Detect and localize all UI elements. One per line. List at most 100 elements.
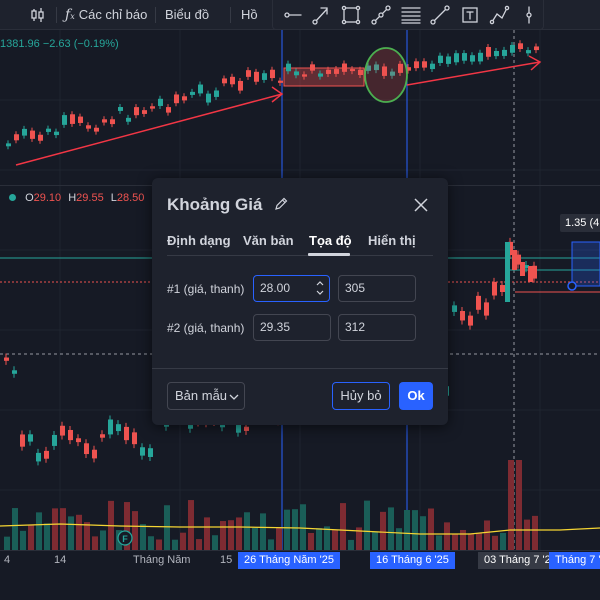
compare-icon[interactable] [30,0,46,30]
legend-dot-icon [9,194,16,201]
point2-label: #2 (giá, thanh) [167,321,245,335]
point1-price-input[interactable]: 28.00 [253,275,330,302]
point1-bar-input[interactable]: 305 [338,275,416,302]
volume-bar [452,534,458,550]
candle-body [318,73,323,77]
volume-bar [388,507,394,550]
candle-body [270,69,275,79]
template-dropdown[interactable]: Bản mẫu [167,382,245,410]
volume-bar [380,511,386,550]
top-candles [6,40,539,150]
volume-bar [476,533,482,550]
volume-bar [420,516,426,550]
volume-bar [292,509,298,550]
toolbar-separator [230,7,231,23]
candle-body [454,53,459,63]
volume-bars [4,460,538,550]
volume-bar [84,522,90,550]
candle-body [214,90,219,97]
candle-body [22,128,27,136]
fib-retracement-icon[interactable] [401,7,421,24]
point2-price-input[interactable]: 29.35 [253,314,331,341]
open-key: O [25,192,34,204]
candle-body [46,128,51,132]
volume-bar [164,505,170,550]
pencil-icon[interactable] [273,196,289,212]
volume-bar [92,536,98,550]
close-icon[interactable] [412,196,430,214]
path-icon[interactable] [489,5,510,25]
candle-body [310,64,315,71]
arrow-icon[interactable] [312,7,328,25]
horizontal-ray-icon[interactable] [284,12,302,18]
candle-body [518,43,523,50]
template-label: Bản mẫu [175,388,228,403]
volume-bar [196,539,202,550]
rectangle-icon[interactable] [341,5,361,25]
volume-bar [68,516,74,550]
candle-body [100,434,105,438]
tab-text[interactable]: Văn bản [243,233,294,248]
candle-body [76,438,81,443]
volume-bar [260,513,266,550]
volume-bar [180,532,186,550]
chart-type-button[interactable]: Biểu đồ [165,0,209,30]
active-tab-indicator [308,253,350,256]
volume-bar [52,508,58,550]
candle-body [174,94,179,104]
tab-coordinates[interactable]: Tọa độ [309,233,352,248]
candle-body [462,53,467,61]
candle-body [500,285,505,293]
volume-bar [156,539,162,550]
high-value: 29.55 [76,192,104,204]
candle-body [286,63,291,72]
volume-bar [300,504,306,550]
time-axis[interactable]: 4 14 Tháng Năm 15 6 26 Tháng Năm '25 16 … [0,550,600,570]
candle-body [262,73,267,80]
volume-bar [444,522,450,550]
time-label: Tháng Năm [133,554,191,566]
volume-bar [140,524,146,550]
volume-bar [516,460,522,550]
volume-bar [412,510,418,550]
tab-visibility[interactable]: Hiển thị [368,233,416,248]
price-range-selection [571,241,600,287]
candle-body [4,357,9,361]
point2-bar-input[interactable]: 312 [338,314,416,341]
text-icon[interactable] [462,7,478,23]
candle-body [44,450,49,459]
tab-style[interactable]: Định dạng [167,233,231,248]
ok-button[interactable]: Ok [399,382,433,410]
candle-body [6,143,11,147]
cancel-button[interactable]: Hủy bỏ [332,382,390,410]
vertical-line-icon[interactable] [526,6,532,24]
top-toolbar: ƒx Các chỉ báo Biểu đồ Hồ [0,0,600,30]
candle-body [502,49,507,56]
volume-bar [492,535,498,550]
candle-body [36,452,41,462]
candle-body [132,432,137,445]
volume-bar [44,523,50,550]
candle-body [478,52,483,62]
dialog-title-text: Khoảng Giá [167,195,263,214]
volume-bar [532,515,538,550]
volume-bar [12,508,18,550]
line-icon[interactable] [430,5,450,25]
volume-bar [340,503,346,550]
candle-body [70,114,75,124]
more-button[interactable]: Hồ [241,0,258,30]
candle-body [126,117,131,122]
candle-body [438,55,443,63]
point1-price-value: 28.00 [260,281,291,295]
candle-body [102,119,107,123]
trend-line-icon[interactable] [371,5,391,25]
point1-bar-value: 305 [345,281,366,295]
svg-text:F: F [122,534,128,544]
volume-bar [4,536,10,550]
stepper-icon[interactable] [315,278,325,298]
volume-bar [132,511,138,550]
candle-body [110,119,115,125]
range-edge-date: Tháng 7 ' [549,552,600,569]
candle-body [358,69,363,75]
indicators-button[interactable]: ƒx Các chỉ báo [65,0,147,30]
